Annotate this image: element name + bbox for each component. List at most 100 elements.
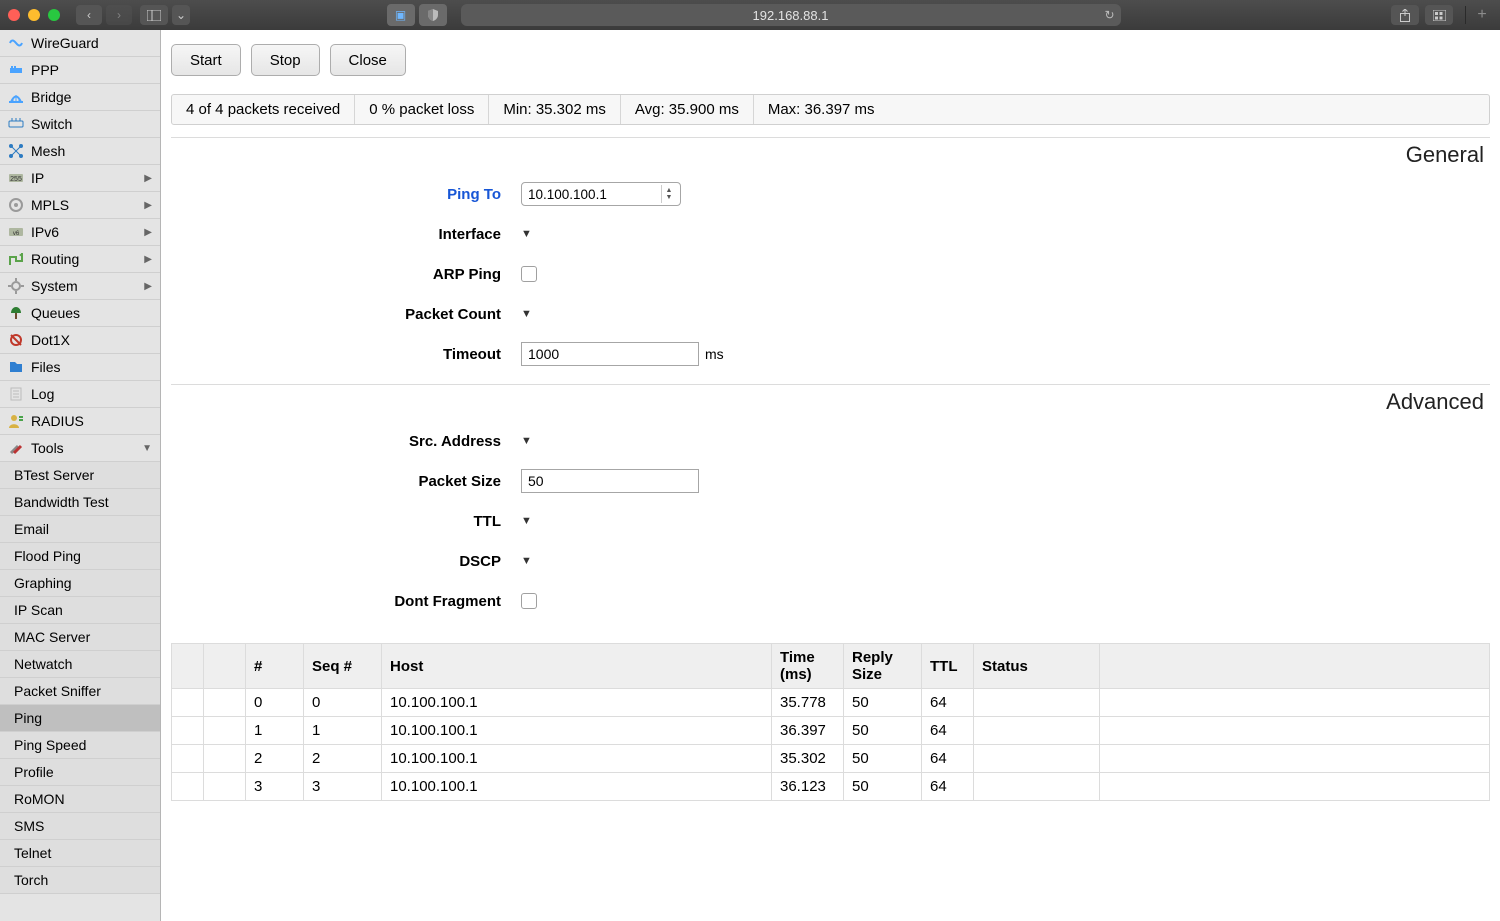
th-blank3 [1100, 644, 1490, 689]
sidebar-subitem-graphing[interactable]: Graphing [0, 570, 160, 597]
stat-loss: 0 % packet loss [355, 95, 489, 124]
nav-forward-button[interactable]: › [106, 5, 132, 25]
close-window-icon[interactable] [8, 9, 20, 21]
log-icon [8, 386, 24, 402]
table-header-row: # Seq # Host Time (ms) Reply Size TTL St… [172, 644, 1490, 689]
arp-ping-checkbox[interactable] [521, 266, 537, 282]
start-button[interactable]: Start [171, 44, 241, 76]
zoom-window-icon[interactable] [48, 9, 60, 21]
th-reply[interactable]: Reply Size [844, 644, 922, 689]
sidebar-subitem-romon[interactable]: RoMON [0, 786, 160, 813]
sidebar-subitem-packet-sniffer[interactable]: Packet Sniffer [0, 678, 160, 705]
cell-ttl: 64 [922, 717, 974, 745]
timeout-input[interactable] [521, 342, 699, 366]
stop-button[interactable]: Stop [251, 44, 320, 76]
th-ttl[interactable]: TTL [922, 644, 974, 689]
cell-blank [204, 689, 246, 717]
svg-text:255: 255 [10, 176, 22, 183]
th-seq[interactable]: Seq # [304, 644, 382, 689]
reload-icon[interactable]: ↻ [1104, 8, 1114, 22]
sidebar-subitem-torch[interactable]: Torch [0, 867, 160, 894]
sidebar-subitem-mac-server[interactable]: MAC Server [0, 624, 160, 651]
sidebar-subitem-ping-speed[interactable]: Ping Speed [0, 732, 160, 759]
sidebar-item-system[interactable]: System▶ [0, 273, 160, 300]
new-tab-button[interactable]: + [1465, 6, 1492, 24]
sidebar-item-mesh[interactable]: Mesh [0, 138, 160, 165]
sidebar-item-routing[interactable]: Routing▶ [0, 246, 160, 273]
interface-expand-icon[interactable]: ▼ [521, 228, 535, 240]
chevron-updown-icon: ▲▼ [661, 185, 676, 203]
cell-blank [204, 745, 246, 773]
files-icon [8, 359, 24, 375]
shield-icon[interactable] [419, 4, 447, 26]
ping-stats-bar: 4 of 4 packets received 0 % packet loss … [171, 94, 1490, 125]
sidebar-item-switch[interactable]: Switch [0, 111, 160, 138]
sidebar-item-label: Profile [14, 764, 152, 780]
sidebar-item-wireguard[interactable]: WireGuard [0, 30, 160, 57]
label-dont-fragment: Dont Fragment [171, 593, 521, 610]
sidebar-subitem-telnet[interactable]: Telnet [0, 840, 160, 867]
address-bar[interactable]: ▣ 192.168.88.1 ↻ [461, 4, 1121, 26]
cell-seq: 3 [304, 773, 382, 801]
sidebar-item-label: Log [31, 386, 152, 402]
packet-count-expand-icon[interactable]: ▼ [521, 308, 535, 320]
table-row[interactable]: 3310.100.100.136.1235064 [172, 773, 1490, 801]
ttl-expand-icon[interactable]: ▼ [521, 515, 535, 527]
sidebar-subitem-bandwidth-test[interactable]: Bandwidth Test [0, 489, 160, 516]
label-ttl: TTL [171, 513, 521, 530]
sidebar-subitem-netwatch[interactable]: Netwatch [0, 651, 160, 678]
table-row[interactable]: 2210.100.100.135.3025064 [172, 745, 1490, 773]
sidebar-menu-button[interactable]: ⌄ [172, 5, 190, 25]
sidebar-item-ipv6[interactable]: v6IPv6▶ [0, 219, 160, 246]
sidebar: WireGuardPPPBridge Switch Mesh 255IP▶MPLS▶v… [0, 30, 161, 921]
sidebar-item-files[interactable]: Files [0, 354, 160, 381]
cell-seq: 0 [304, 689, 382, 717]
sidebar-subitem-ip-scan[interactable]: IP Scan [0, 597, 160, 624]
th-status[interactable]: Status [974, 644, 1100, 689]
sidebar-item-label: BTest Server [14, 467, 152, 483]
th-host[interactable]: Host [382, 644, 772, 689]
th-time[interactable]: Time (ms) [772, 644, 844, 689]
src-address-expand-icon[interactable]: ▼ [521, 435, 535, 447]
sidebar-item-ppp[interactable]: PPP [0, 57, 160, 84]
ping-to-select[interactable]: 10.100.100.1 ▲▼ [521, 182, 681, 206]
th-num[interactable]: # [246, 644, 304, 689]
packet-size-input[interactable] [521, 469, 699, 493]
minimize-window-icon[interactable] [28, 9, 40, 21]
dscp-expand-icon[interactable]: ▼ [521, 555, 535, 567]
label-packet-size: Packet Size [171, 473, 521, 490]
sidebar-subitem-ping[interactable]: Ping [0, 705, 160, 732]
chevron-right-icon: ▶ [144, 200, 152, 211]
table-row[interactable]: 0010.100.100.135.7785064 [172, 689, 1490, 717]
sidebar-subitem-btest-server[interactable]: BTest Server [0, 462, 160, 489]
sidebar-item-queues[interactable]: Queues [0, 300, 160, 327]
sidebar-item-tools[interactable]: Tools▼ [0, 435, 160, 462]
close-button[interactable]: Close [330, 44, 406, 76]
sidebar-item-bridge[interactable]: Bridge [0, 84, 160, 111]
sidebar-subitem-flood-ping[interactable]: Flood Ping [0, 543, 160, 570]
sidebar-item-label: Mesh [31, 143, 152, 159]
nav-back-button[interactable]: ‹ [76, 5, 102, 25]
sidebar-item-label: System [31, 278, 137, 294]
sidebar-item-mpls[interactable]: MPLS▶ [0, 192, 160, 219]
sidebar-item-ip[interactable]: 255IP▶ [0, 165, 160, 192]
sidebar-subitem-email[interactable]: Email [0, 516, 160, 543]
sidebar-item-label: IP Scan [14, 602, 152, 618]
sidebar-item-radius[interactable]: RADIUS [0, 408, 160, 435]
cell-blank [1100, 717, 1490, 745]
sidebar-item-log[interactable]: Log [0, 381, 160, 408]
sidebar-item-dot1x[interactable]: Dot1X [0, 327, 160, 354]
sidebar-subitem-profile[interactable]: Profile [0, 759, 160, 786]
sidebar-item-label: Tools [31, 440, 135, 456]
share-button[interactable] [1391, 5, 1419, 25]
sidebar-item-label: Ping [14, 710, 152, 726]
section-general-title: General [171, 138, 1490, 174]
sidebar-item-label: Switch [31, 116, 152, 132]
sidebar-item-label: RoMON [14, 791, 152, 807]
privacy-report-icon[interactable]: ▣ [387, 4, 415, 26]
tabs-button[interactable] [1425, 5, 1453, 25]
sidebar-subitem-sms[interactable]: SMS [0, 813, 160, 840]
sidebar-toggle-button[interactable] [140, 5, 168, 25]
dont-fragment-checkbox[interactable] [521, 593, 537, 609]
table-row[interactable]: 1110.100.100.136.3975064 [172, 717, 1490, 745]
